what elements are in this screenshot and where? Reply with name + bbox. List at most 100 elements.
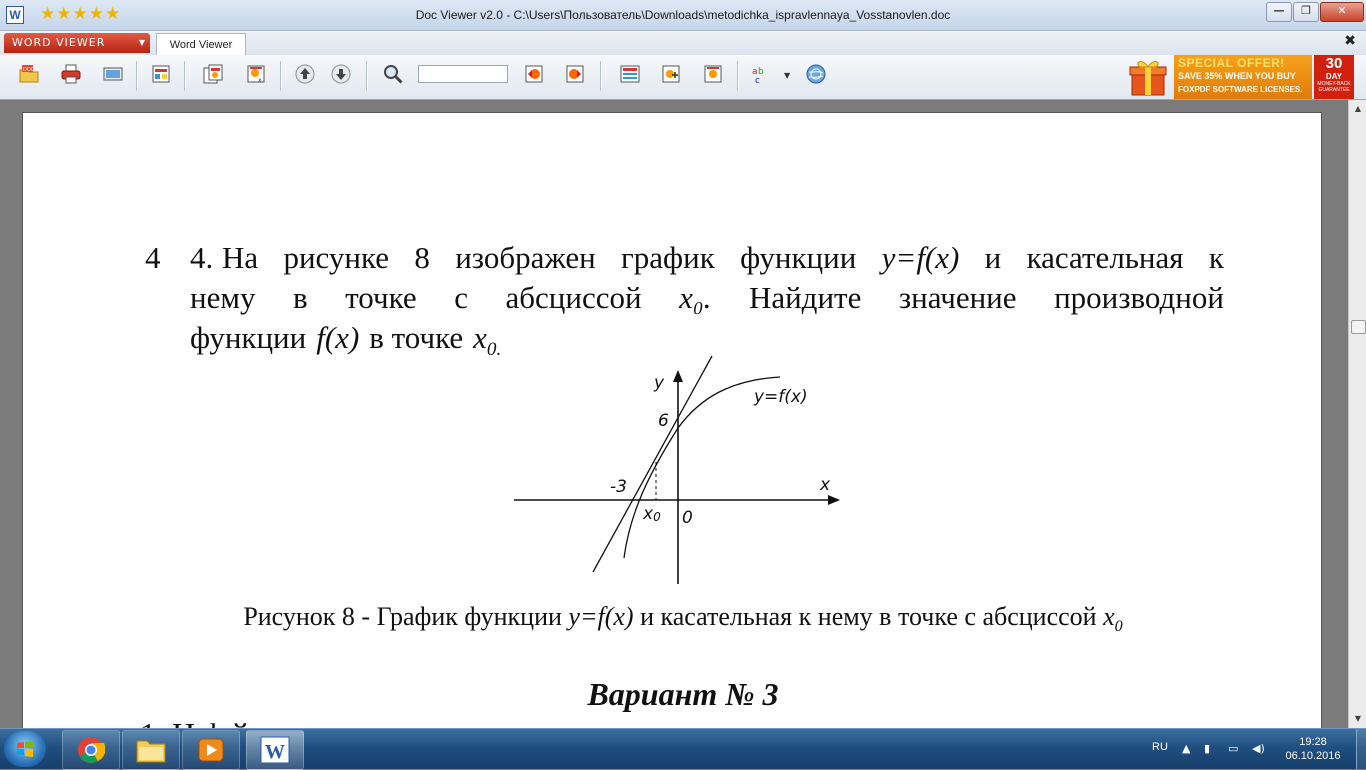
window-title: Doc Viewer v2.0 - C:\Users\Пользователь\… (415, 8, 951, 22)
chevron-down-icon[interactable]: ▼ (784, 71, 790, 80)
close-tab-icon[interactable]: ✖ (1344, 33, 1356, 49)
gift-icon (1129, 61, 1167, 96)
screen-icon (103, 67, 123, 81)
badge-day: DAY (1325, 72, 1343, 81)
variant-heading: Вариант № 3 (587, 676, 779, 712)
search-icon (384, 65, 403, 84)
view-button[interactable] (617, 61, 643, 87)
ad-banner[interactable]: SPECIAL OFFER! SAVE 35% WHEN YOU BUY FOX… (1174, 55, 1312, 99)
spell-button[interactable]: abc (749, 61, 775, 87)
print-button[interactable] (58, 61, 84, 87)
copy-text-icon: x (247, 65, 265, 84)
media-player-icon (198, 738, 224, 762)
start-button[interactable] (4, 731, 46, 767)
toolbar-separator (600, 61, 602, 91)
chevron-down-icon: ▼ (138, 38, 146, 47)
tick-label-6: 6 (658, 411, 669, 431)
view-icon (620, 65, 640, 83)
task-line-1: На рисунке 8 изображен график функции y=… (222, 240, 1224, 275)
word-icon: W (260, 736, 290, 764)
figure-caption: Рисунок 8 - График функции y=f(x) и каса… (243, 602, 1123, 636)
toolbar-separator (366, 61, 368, 91)
toolbar-separator (136, 61, 138, 91)
zoom-in-button[interactable] (658, 61, 684, 87)
next-page-icon (566, 65, 584, 83)
toolbar-separator (737, 61, 739, 91)
vertical-scrollbar[interactable]: ▲ ▼ (1348, 100, 1366, 728)
taskbar-word-viewer[interactable]: W (246, 730, 304, 770)
toolbar-separator (280, 61, 282, 91)
minimize-button[interactable]: — (1266, 2, 1292, 22)
task-subnumber: 4. (190, 240, 214, 275)
taskbar-explorer[interactable] (122, 730, 180, 770)
screen-button[interactable] (100, 61, 126, 87)
copy-button[interactable] (200, 61, 226, 87)
y-axis-label: y (653, 373, 665, 393)
title-bar: W ★★★★★ Doc Viewer v2.0 - C:\Users\Польз… (0, 0, 1366, 31)
taskbar-media-player[interactable] (182, 730, 240, 770)
next-page-button[interactable] (562, 61, 588, 87)
clock-time: 19:28 (1299, 736, 1327, 748)
scroll-thumb[interactable] (1351, 320, 1366, 334)
tab-word-viewer[interactable]: Word Viewer (156, 33, 246, 56)
volume-icon[interactable]: ◀) (1252, 742, 1265, 755)
copy-text-button[interactable]: x (243, 61, 269, 87)
tray-device-icon[interactable]: ▮ (1204, 742, 1217, 755)
globe-icon (806, 64, 826, 84)
arrow-down-icon (331, 64, 351, 84)
task-number: 4 (145, 240, 161, 275)
origin-label: 0 (682, 508, 693, 528)
page-setup-button[interactable] (148, 61, 174, 87)
arrow-up-icon (295, 64, 315, 84)
prev-page-icon (525, 65, 543, 83)
open-button[interactable]: DOC (16, 61, 42, 87)
chrome-icon (78, 737, 105, 763)
page-setup-icon (152, 65, 170, 83)
y-axis-arrow (673, 370, 683, 382)
task-line-2: нему в точке с абсциссой x₀. Найдите зна… (190, 280, 1224, 315)
x-axis-arrow (828, 495, 840, 505)
copy-icon (203, 64, 223, 84)
tray-expand-icon[interactable]: ▲ (1182, 742, 1195, 755)
search-button[interactable] (380, 61, 406, 87)
web-button[interactable] (803, 61, 829, 87)
clock[interactable]: 19:28 06.10.2016 (1282, 735, 1344, 763)
scroll-down-icon[interactable]: ▼ (1351, 712, 1365, 726)
zoom-in-icon (662, 65, 680, 83)
money-back-badge[interactable]: 30 DAY MONEY-BACK GUARANTEE (1314, 55, 1354, 99)
word-viewer-menu-button[interactable]: WORD VIEWER ▼ (4, 33, 150, 53)
tangent-line (592, 355, 713, 573)
show-desktop-button[interactable] (1356, 729, 1366, 769)
page-up-button[interactable] (292, 61, 318, 87)
page-down-button[interactable] (328, 61, 354, 87)
print-icon (61, 64, 81, 84)
close-button[interactable]: ✕ (1320, 2, 1364, 22)
network-icon[interactable]: ▭ (1228, 742, 1241, 755)
zoom-out-button[interactable] (700, 61, 726, 87)
zoom-out-icon (704, 65, 722, 83)
prev-page-button[interactable] (521, 61, 547, 87)
special-offer-ad[interactable]: SPECIAL OFFER! SAVE 35% WHEN YOU BUY FOX… (1128, 55, 1366, 99)
scroll-up-icon[interactable]: ▲ (1351, 102, 1365, 116)
spell-icon: a bc (752, 67, 764, 84)
tab-bar: WORD VIEWER ▼ Word Viewer ✖ (0, 31, 1366, 56)
badge-guarantee: MONEY-BACK GUARANTEE (1317, 81, 1351, 93)
search-input[interactable] (418, 65, 508, 83)
svg-text:DOC: DOC (23, 67, 35, 73)
curve-label: y=f(x) (753, 387, 808, 407)
ad-subline: SAVE 35% WHEN YOU BUY (1178, 71, 1296, 81)
ad-headline: SPECIAL OFFER! (1178, 56, 1285, 70)
badge-number: 30 (1325, 55, 1343, 72)
brand-label: WORD VIEWER (12, 36, 106, 49)
open-icon: DOC (19, 65, 39, 83)
taskbar: W RU ▲ ▮ ▭ ◀) 19:28 06.10.2016 (0, 728, 1366, 770)
taskbar-chrome[interactable] (62, 730, 120, 770)
windows-logo-icon (17, 741, 33, 757)
clock-date: 06.10.2016 (1285, 750, 1341, 762)
x-axis-label: x (819, 475, 831, 495)
task-line-3: функции f(x) в точке x0. (190, 320, 502, 361)
language-indicator[interactable]: RU (1152, 741, 1168, 753)
maximize-button[interactable]: ❐ (1293, 2, 1319, 22)
toolbar-separator (184, 61, 186, 91)
svg-text:W: W (265, 741, 285, 763)
